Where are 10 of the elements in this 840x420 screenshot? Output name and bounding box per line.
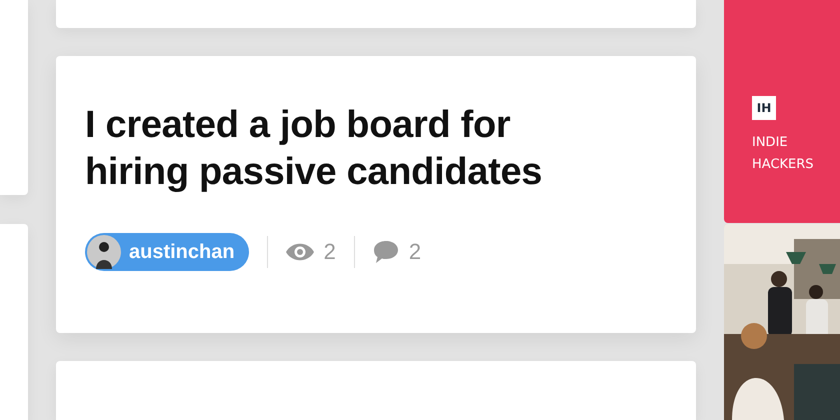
- avatar-icon: [87, 235, 121, 269]
- brand-card[interactable]: IH INDIE HACKERS: [724, 0, 840, 223]
- brand-logo: IH: [752, 96, 776, 120]
- comment-icon: [372, 240, 399, 264]
- eye-icon: [286, 243, 314, 261]
- brand-name: INDIE HACKERS: [752, 134, 815, 174]
- post-card[interactable]: I created a job board for hiring passive candidates austinchan 2 2: [56, 56, 696, 333]
- view-count: 2: [324, 239, 336, 265]
- comment-count: 2: [408, 239, 422, 265]
- post-title[interactable]: I created a job board for hiring passive candidates: [85, 102, 605, 196]
